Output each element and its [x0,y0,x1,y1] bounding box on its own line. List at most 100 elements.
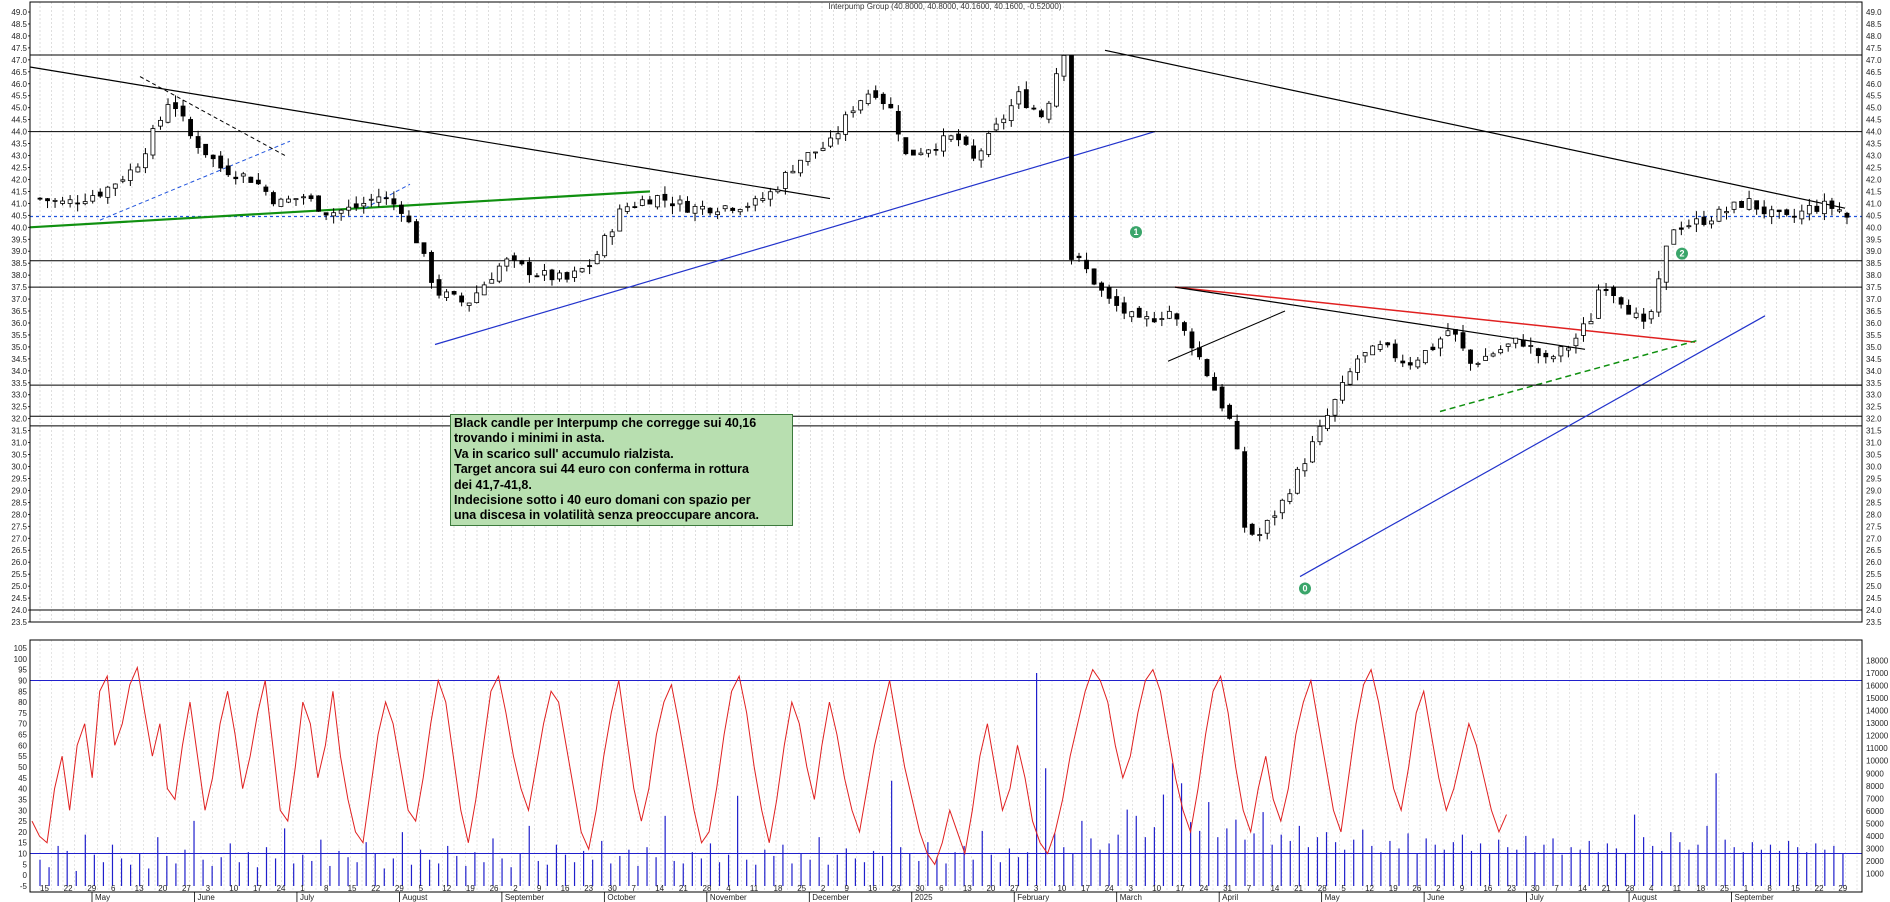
date-tick-label: 17 [1176,884,1185,893]
candle-body [564,272,570,280]
candle-body [1724,211,1729,214]
candle-body [542,270,547,276]
candle-body [918,152,924,156]
candle-body [218,155,224,169]
candle-body [730,207,736,211]
candle-body [820,147,826,151]
candle-body [173,102,178,110]
candle-body [933,149,939,151]
price-tick-label: 29.5 [11,474,27,483]
candle-body [421,242,427,254]
candle-body [1837,209,1842,212]
candle-body [105,186,111,198]
candle-body [835,133,841,140]
date-tick-label: 5 [1341,884,1346,893]
analysis-note: Black candle per Interpump che corregge … [450,414,793,526]
candle-body [639,199,645,206]
candle-body [602,235,608,257]
candle-body [1144,316,1150,320]
price-tick-label: 40.5 [1866,211,1882,220]
volume-tick-label: 5000 [1866,819,1884,828]
candle-body [1422,350,1428,364]
candle-body [361,203,367,207]
candle-body [1008,105,1014,121]
candle-body [1468,349,1473,364]
date-tick-label: 16 [561,884,570,893]
candle-body [1362,352,1368,357]
date-tick-label: 21 [1602,884,1611,893]
candle-body [1197,347,1202,358]
candle-body [1415,359,1421,368]
volume-tick-label: 15000 [1866,694,1889,703]
month-label: June [1427,893,1445,902]
wave-markers: 1 2 0 [1130,226,1688,595]
candle-body [722,205,728,210]
candle-body [368,198,374,201]
downtrend-line [1104,49,1846,209]
candle-body [1287,493,1293,502]
candle-body [1001,118,1007,124]
price-tick-label: 49.0 [1866,8,1882,17]
oscillator-tick-label: 20 [18,828,27,837]
date-tick-label: 30 [1531,884,1540,893]
candle-body [948,135,954,140]
note-line: Target ancora sui 44 euro con conferma i… [454,462,749,477]
date-tick-label: 21 [679,884,688,893]
month-label: July [1530,893,1544,902]
candle-body [1023,89,1029,109]
note-line: trovando i minimi in asta. [454,431,605,446]
candle-body [338,209,344,214]
candle-body [707,207,713,214]
candle-body [926,149,931,154]
price-tick-label: 40.5 [11,211,27,220]
candle-body [1310,441,1315,463]
candle-body [188,119,193,137]
price-tick-label: 34.5 [1866,355,1882,364]
candle-body [1016,91,1022,105]
candle-body [504,258,510,267]
price-tick-label: 25.5 [1866,570,1882,579]
date-tick-label: 8 [324,884,329,893]
vertical-grid [39,2,1858,892]
price-tick-label: 38.0 [11,271,27,280]
oscillator-line [31,665,1507,866]
candle-body [843,114,849,135]
note-line: una discesa in volatilità senza preoccup… [454,508,759,523]
candle-body [1791,215,1797,218]
price-tick-label: 32.5 [1866,403,1882,412]
price-tick-label: 39.5 [11,235,27,244]
candle-body [1257,534,1263,536]
price-tick-label: 49.0 [11,8,27,17]
candle-body [579,268,585,273]
price-tick-label: 23.5 [1866,618,1882,627]
candle-body [1769,209,1775,217]
candle-body [617,208,623,232]
candle-body [1370,345,1376,356]
price-tick-label: 31.5 [11,427,27,436]
price-tick-label: 28.0 [1866,510,1882,519]
price-tick-label: 35.0 [11,343,27,352]
candle-body [1490,353,1496,357]
price-tick-label: 47.0 [11,56,27,65]
date-tick-label: 12 [442,884,451,893]
date-tick-label: 3 [206,884,211,893]
candle-body [1264,519,1270,534]
volume-tick-label: 8000 [1866,782,1884,791]
wave-marker-label: 2 [1679,249,1684,259]
candle-body [1174,313,1180,320]
date-tick-label: 18 [1696,884,1705,893]
price-tick-label: 30.0 [1866,463,1882,472]
date-tick-label: 11 [750,884,759,893]
month-label: May [1325,893,1340,902]
price-tick-label: 43.5 [11,140,27,149]
oscillator-tick-label: 25 [18,817,27,826]
candle-body [632,206,638,209]
candle-body [240,173,246,177]
candle-body [165,104,171,123]
candle-body [572,270,577,278]
month-label: August [1632,893,1658,902]
price-tick-label: 26.5 [11,546,27,555]
candle-body [263,186,269,192]
candle-body [90,195,96,202]
price-tick-label: 42.5 [11,163,27,172]
